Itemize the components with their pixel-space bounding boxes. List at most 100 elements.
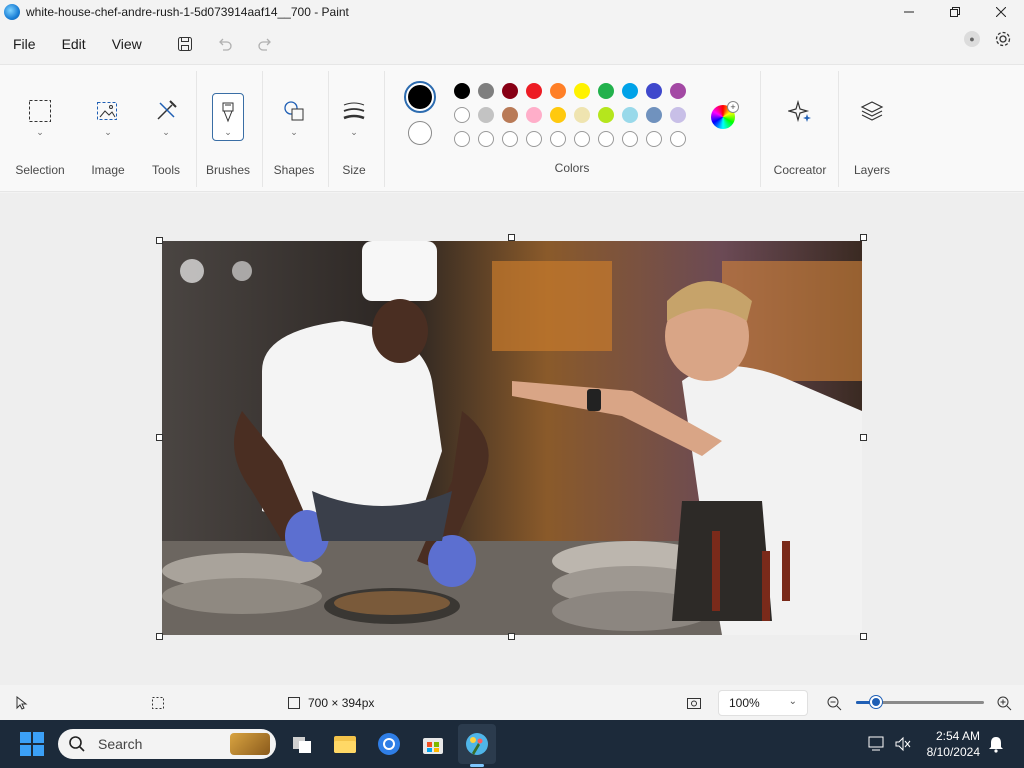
network-icon[interactable]	[868, 736, 886, 752]
custom-color-slot[interactable]	[526, 131, 542, 147]
color-swatch[interactable]	[550, 83, 566, 99]
custom-color-slot[interactable]	[454, 107, 470, 123]
resize-handle-top[interactable]	[508, 234, 515, 241]
divider	[196, 71, 197, 187]
divider	[328, 71, 329, 187]
paint-taskbar-icon[interactable]	[458, 724, 496, 764]
resize-handle-bottom[interactable]	[508, 633, 515, 640]
primary-color[interactable]	[404, 81, 436, 113]
settings-gear-icon[interactable]	[994, 30, 1012, 48]
color-swatch[interactable]	[670, 83, 686, 99]
custom-color-slot[interactable]	[574, 131, 590, 147]
zoom-slider-thumb[interactable]	[870, 696, 883, 708]
cocreator-group[interactable]: Cocreator	[764, 65, 836, 193]
custom-color-slot[interactable]	[646, 131, 662, 147]
image-group[interactable]: ⌄ Image	[80, 65, 136, 193]
color-swatch[interactable]	[526, 83, 542, 99]
custom-color-slot[interactable]	[670, 131, 686, 147]
task-view-icon[interactable]	[288, 730, 316, 758]
brush-icon	[212, 97, 244, 129]
close-icon	[996, 7, 1006, 17]
color-swatch[interactable]	[622, 83, 638, 99]
custom-color-slot[interactable]	[550, 131, 566, 147]
image-label: Image	[91, 163, 125, 177]
zoom-select[interactable]: 100% ⌄	[718, 690, 808, 716]
save-button[interactable]	[165, 28, 205, 60]
chevron-down-icon: ⌄	[104, 127, 112, 137]
canvas-image[interactable]	[162, 241, 862, 635]
shapes-label: Shapes	[273, 163, 315, 177]
fit-to-window-icon[interactable]	[686, 695, 702, 711]
resize-handle-bottom-left[interactable]	[156, 633, 163, 640]
tools-group[interactable]: ⌄ Tools	[138, 65, 194, 193]
selection-group[interactable]: ⌄ Selection	[0, 65, 80, 193]
undo-button[interactable]	[205, 28, 245, 60]
maximize-button[interactable]	[932, 0, 978, 24]
canvas-area[interactable]	[0, 193, 1024, 685]
zoom-out-icon[interactable]	[826, 695, 842, 711]
windows-start-icon[interactable]	[20, 732, 44, 756]
color-swatch[interactable]	[478, 83, 494, 99]
color-swatch[interactable]	[670, 107, 686, 123]
store-icon[interactable]	[419, 730, 447, 758]
brushes-label: Brushes	[205, 163, 251, 177]
size-icon	[338, 95, 370, 127]
chevron-down-icon: ⌄	[36, 127, 44, 137]
resize-handle-right[interactable]	[860, 434, 867, 441]
shapes-group[interactable]: ⌄ Shapes	[266, 65, 322, 193]
minimize-button[interactable]	[886, 0, 932, 24]
paint-app-icon	[4, 4, 20, 20]
shapes-icon	[278, 95, 310, 127]
color-swatch[interactable]	[550, 107, 566, 123]
redo-icon	[258, 38, 271, 51]
color-swatch[interactable]	[502, 107, 518, 123]
volume-muted-icon[interactable]	[894, 736, 912, 752]
color-swatch[interactable]	[574, 107, 590, 123]
color-swatch[interactable]	[454, 83, 470, 99]
color-swatch[interactable]	[598, 107, 614, 123]
menu-view[interactable]: View	[99, 36, 155, 52]
menu-bar: File Edit View ●	[0, 26, 1024, 62]
image-icon	[92, 95, 124, 127]
custom-color-slot[interactable]	[502, 131, 518, 147]
custom-color-slot[interactable]	[454, 131, 470, 147]
resize-handle-top-right[interactable]	[860, 234, 867, 241]
taskbar: Search 2:54 AM 8/10/2024	[0, 720, 1024, 768]
taskbar-search[interactable]: Search	[58, 729, 276, 759]
custom-color-slot[interactable]	[478, 131, 494, 147]
resize-handle-left[interactable]	[156, 434, 163, 441]
color-swatch[interactable]	[622, 107, 638, 123]
title-bar: white-house-chef-andre-rush-1-5d073914aa…	[0, 0, 1024, 24]
menu-edit[interactable]: Edit	[49, 36, 99, 52]
color-swatch[interactable]	[646, 83, 662, 99]
redo-button[interactable]	[245, 28, 285, 60]
close-button[interactable]	[978, 0, 1024, 24]
color-swatch[interactable]	[502, 83, 518, 99]
status-bar: 700 × 394px 100% ⌄	[0, 686, 1024, 720]
menu-file[interactable]: File	[0, 36, 49, 52]
file-explorer-icon[interactable]	[331, 730, 359, 758]
layers-group[interactable]: Layers	[840, 65, 904, 193]
notification-bell-icon[interactable]	[988, 735, 1004, 753]
color-swatch[interactable]	[478, 107, 494, 123]
account-icon[interactable]: ●	[964, 31, 980, 47]
cocreator-label: Cocreator	[773, 163, 827, 177]
menu-right: ●	[964, 30, 1012, 48]
size-group[interactable]: ⌄ Size	[330, 65, 378, 193]
resize-handle-top-left[interactable]	[156, 237, 163, 244]
color-swatch[interactable]	[646, 107, 662, 123]
color-swatch[interactable]	[574, 83, 590, 99]
custom-color-slot[interactable]	[622, 131, 638, 147]
color-swatch[interactable]	[526, 107, 542, 123]
browser-icon[interactable]	[375, 730, 403, 758]
secondary-color[interactable]	[408, 121, 432, 145]
system-clock[interactable]: 2:54 AM 8/10/2024	[927, 728, 980, 760]
zoom-in-icon[interactable]	[996, 695, 1012, 711]
search-highlight-image	[230, 733, 270, 755]
layers-label: Layers	[853, 163, 891, 177]
color-palette	[454, 83, 694, 155]
resize-handle-bottom-right[interactable]	[860, 633, 867, 640]
color-swatch[interactable]	[598, 83, 614, 99]
custom-color-slot[interactable]	[598, 131, 614, 147]
brushes-group[interactable]: ⌄ Brushes	[200, 65, 256, 193]
